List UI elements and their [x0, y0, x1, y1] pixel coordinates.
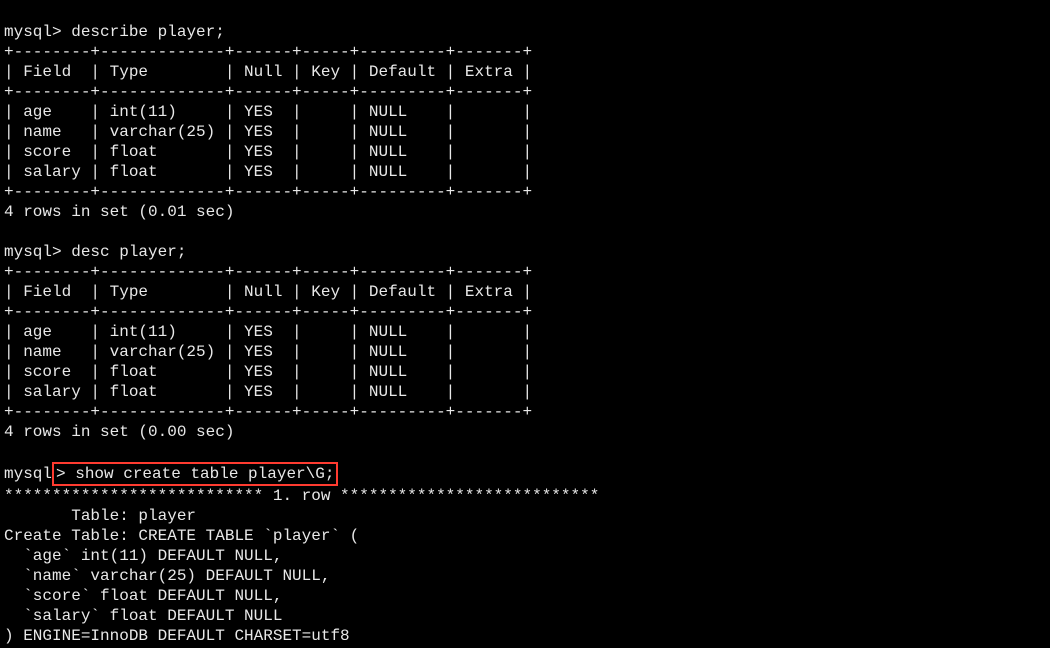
- table1-row: | name | varchar(25) | YES | | NULL | |: [4, 123, 532, 141]
- table1-border-top: +--------+-------------+------+-----+---…: [4, 43, 532, 61]
- result-table-line: Table: player: [4, 507, 196, 525]
- prompt: mysql>: [4, 23, 71, 41]
- command-describe: describe player;: [71, 23, 225, 41]
- table1-row: | score | float | YES | | NULL | |: [4, 143, 532, 161]
- table1-row: | salary | float | YES | | NULL | |: [4, 163, 532, 181]
- table2-header: | Field | Type | Null | Key | Default | …: [4, 283, 532, 301]
- table2-border-bot: +--------+-------------+------+-----+---…: [4, 403, 532, 421]
- table2-row: | score | float | YES | | NULL | |: [4, 363, 532, 381]
- highlighted-command-show-create: > show create table player\G;: [52, 462, 338, 486]
- table2-border-top: +--------+-------------+------+-----+---…: [4, 263, 532, 281]
- result-column-def: `age` int(11) DEFAULT NULL,: [4, 547, 282, 565]
- table1-border-mid: +--------+-------------+------+-----+---…: [4, 83, 532, 101]
- prompt: mysql: [4, 465, 52, 483]
- table1-status: 4 rows in set (0.01 sec): [4, 203, 234, 221]
- table1-header: | Field | Type | Null | Key | Default | …: [4, 63, 532, 81]
- table1-row: | age | int(11) | YES | | NULL | |: [4, 103, 532, 121]
- table2-status: 4 rows in set (0.00 sec): [4, 423, 234, 441]
- result-end-line: ) ENGINE=InnoDB DEFAULT CHARSET=utf8: [4, 627, 350, 645]
- result-column-def: `score` float DEFAULT NULL,: [4, 587, 282, 605]
- prompt: mysql>: [4, 243, 71, 261]
- table2-border-mid: +--------+-------------+------+-----+---…: [4, 303, 532, 321]
- table2-row: | salary | float | YES | | NULL | |: [4, 383, 532, 401]
- result-create-line: Create Table: CREATE TABLE `player` (: [4, 527, 359, 545]
- result-column-def: `salary` float DEFAULT NULL: [4, 607, 282, 625]
- table2-row: | age | int(11) | YES | | NULL | |: [4, 323, 532, 341]
- result-column-def: `name` varchar(25) DEFAULT NULL,: [4, 567, 330, 585]
- table2-row: | name | varchar(25) | YES | | NULL | |: [4, 343, 532, 361]
- mysql-terminal[interactable]: mysql> describe player; +--------+------…: [0, 0, 1050, 648]
- command-desc: desc player;: [71, 243, 186, 261]
- table1-border-bot: +--------+-------------+------+-----+---…: [4, 183, 532, 201]
- result-row-header: *************************** 1. row *****…: [4, 487, 599, 505]
